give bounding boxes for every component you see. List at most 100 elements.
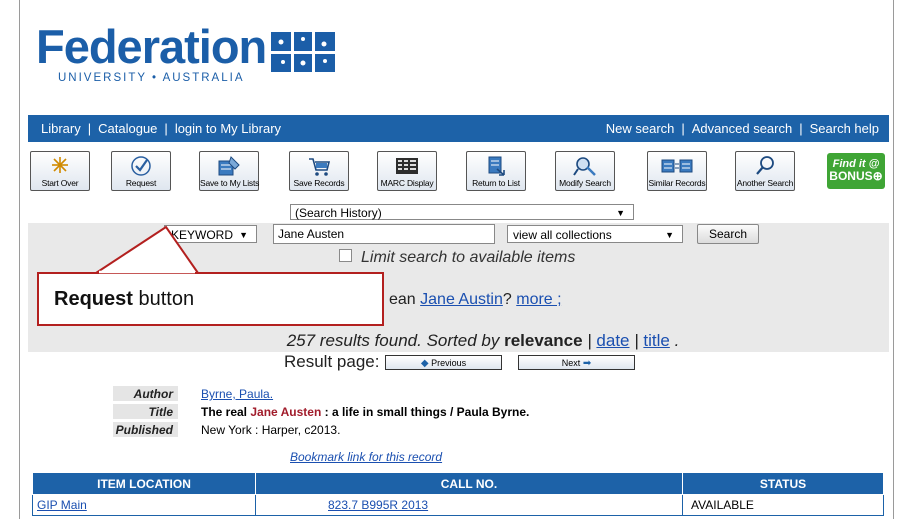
next-label: Next: [561, 358, 581, 368]
logo-subtitle: UNIVERSITY • AUSTRALIA: [58, 72, 245, 84]
table-row: GIP Main 823.7 B995R 2013 AVAILABLE: [32, 494, 884, 516]
sort-separator: |: [629, 331, 644, 350]
modify-search-button[interactable]: Modify Search: [555, 151, 615, 191]
status-cell: AVAILABLE: [682, 494, 884, 516]
record-toolbar: Start Over Request Save to My Lists Save…: [28, 151, 889, 193]
published-value: New York : Harper, c2013.: [201, 423, 341, 437]
request-button-callout: Request button: [37, 272, 384, 326]
search-history-select[interactable]: (Search History) ▼: [290, 204, 634, 220]
save-records-label: Save Records: [293, 178, 345, 188]
modify-search-icon: [556, 155, 614, 177]
checkmark-circle-icon: [112, 155, 170, 177]
similar-records-label: Similar Records: [648, 178, 706, 188]
search-button[interactable]: Search: [697, 224, 759, 244]
nav-catalogue-link[interactable]: Catalogue: [98, 121, 157, 136]
suggestion-suffix: ?: [502, 291, 512, 308]
holdings-table: ITEM LOCATION CALL NO. STATUS GIP Main 8…: [32, 472, 884, 516]
limit-available-checkbox[interactable]: [339, 249, 352, 262]
collection-select[interactable]: view all collections ▼: [507, 225, 683, 243]
search-query-input[interactable]: Jane Austen: [273, 224, 495, 244]
find-it-bonus-button[interactable]: Find it @ BONUS⊕: [827, 153, 885, 189]
plus-circle-icon: ⊕: [872, 169, 883, 183]
status-header: STATUS: [682, 472, 884, 495]
logo-word: Federation: [36, 20, 267, 73]
results-count: 257 results found.: [286, 331, 422, 350]
dropdown-arrow-icon: ▼: [616, 208, 625, 218]
spelling-suggestion: ean Jane Austin? more ;: [389, 291, 562, 309]
holdings-header-row: ITEM LOCATION CALL NO. STATUS: [32, 472, 884, 495]
bookmark-link[interactable]: Bookmark link for this record: [290, 450, 442, 464]
cart-icon: [290, 155, 348, 177]
author-label: Author: [133, 387, 173, 401]
another-search-button[interactable]: Another Search: [735, 151, 795, 191]
top-nav-bar: Library | Catalogue | login to My Library Ne…: [28, 115, 889, 142]
similar-records-icon: [648, 155, 706, 177]
nav-new-search-link[interactable]: New search: [606, 121, 675, 136]
suggestion-link[interactable]: Jane Austin: [420, 291, 503, 308]
another-search-label: Another Search: [736, 178, 794, 188]
previous-page-button[interactable]: ◆ Previous: [385, 355, 502, 370]
save-to-my-lists-button[interactable]: Save to My Lists: [199, 151, 259, 191]
title-label: Title: [148, 405, 173, 419]
suggestion-prefix: ean: [389, 291, 421, 308]
save-records-button[interactable]: Save Records: [289, 151, 349, 191]
request-label: Request: [125, 178, 157, 188]
call-no-cell: 823.7 B995R 2013: [255, 494, 683, 516]
author-link[interactable]: Byrne, Paula.: [201, 387, 273, 401]
next-page-button[interactable]: Next ➡: [518, 355, 635, 370]
search-query-value: Jane Austen: [278, 227, 345, 241]
similar-records-button[interactable]: Similar Records: [647, 151, 707, 191]
search-history-value: (Search History): [295, 206, 382, 220]
callout-bold-text: Request: [54, 288, 133, 310]
previous-label: Previous: [431, 358, 467, 368]
limit-available-label: Limit search to available items: [361, 249, 576, 266]
item-location-header: ITEM LOCATION: [32, 472, 256, 495]
modify-search-label: Modify Search: [559, 178, 611, 188]
dropdown-arrow-icon: ▼: [665, 230, 674, 240]
search-type-select[interactable]: KEYWORD ▼: [164, 225, 257, 243]
sorted-by-text: Sorted by: [421, 331, 505, 350]
save-to-my-lists-label: Save to My Lists: [200, 178, 260, 188]
return-list-icon: [467, 155, 525, 177]
return-to-list-button[interactable]: Return to List: [466, 151, 526, 191]
sort-end: .: [669, 331, 680, 350]
search-type-value: KEYWORD: [171, 228, 234, 242]
more-suggestions-link[interactable]: more ;: [516, 291, 561, 308]
start-over-label: Start Over: [41, 178, 79, 188]
magnifier-icon: [736, 155, 794, 177]
request-button[interactable]: Request: [111, 151, 171, 191]
collection-value: view all collections: [513, 228, 612, 242]
call-no-header: CALL NO.: [255, 472, 683, 495]
title-post: : a life in small things / Paula Byrne.: [321, 405, 530, 419]
marc-grid-icon: [378, 155, 436, 177]
title-pre: The real: [201, 405, 251, 419]
dropdown-arrow-icon: ▼: [239, 230, 248, 240]
sort-title-link[interactable]: title: [643, 331, 669, 350]
start-over-button[interactable]: Start Over: [30, 151, 90, 191]
left-arrow-icon: ◆: [420, 358, 429, 369]
marc-display-label: MARC Display: [380, 178, 434, 188]
sort-relevance: relevance: [504, 331, 583, 350]
published-label: Published: [115, 423, 173, 437]
nav-advanced-search-link[interactable]: Advanced search: [692, 121, 792, 136]
results-summary: 257 results found. Sorted by relevance |…: [0, 331, 906, 351]
title-highlight: Jane Austen: [250, 405, 322, 419]
nav-search-help-link[interactable]: Search help: [810, 121, 879, 136]
list-edit-icon: [200, 155, 258, 177]
return-to-list-label: Return to List: [472, 178, 520, 188]
location-link[interactable]: GIP Main: [37, 498, 87, 512]
nav-library-link[interactable]: Library: [41, 121, 81, 136]
right-arrow-icon: ➡: [582, 358, 592, 369]
bonus-text: BONUS: [829, 169, 873, 183]
southern-cross-flag-icon: [271, 32, 335, 72]
limit-available-option[interactable]: Limit search to available items: [339, 249, 575, 267]
sort-date-link[interactable]: date: [596, 331, 629, 350]
result-page-label: Result page:: [284, 352, 380, 371]
sort-separator: |: [582, 331, 597, 350]
location-cell: GIP Main: [32, 494, 256, 516]
record-title: The real Jane Austen : a life in small t…: [201, 405, 529, 419]
call-no-link[interactable]: 823.7 B995R 2013: [328, 498, 428, 512]
nav-login-link[interactable]: login to My Library: [175, 121, 281, 136]
start-over-icon: [31, 155, 89, 177]
marc-display-button[interactable]: MARC Display: [377, 151, 437, 191]
